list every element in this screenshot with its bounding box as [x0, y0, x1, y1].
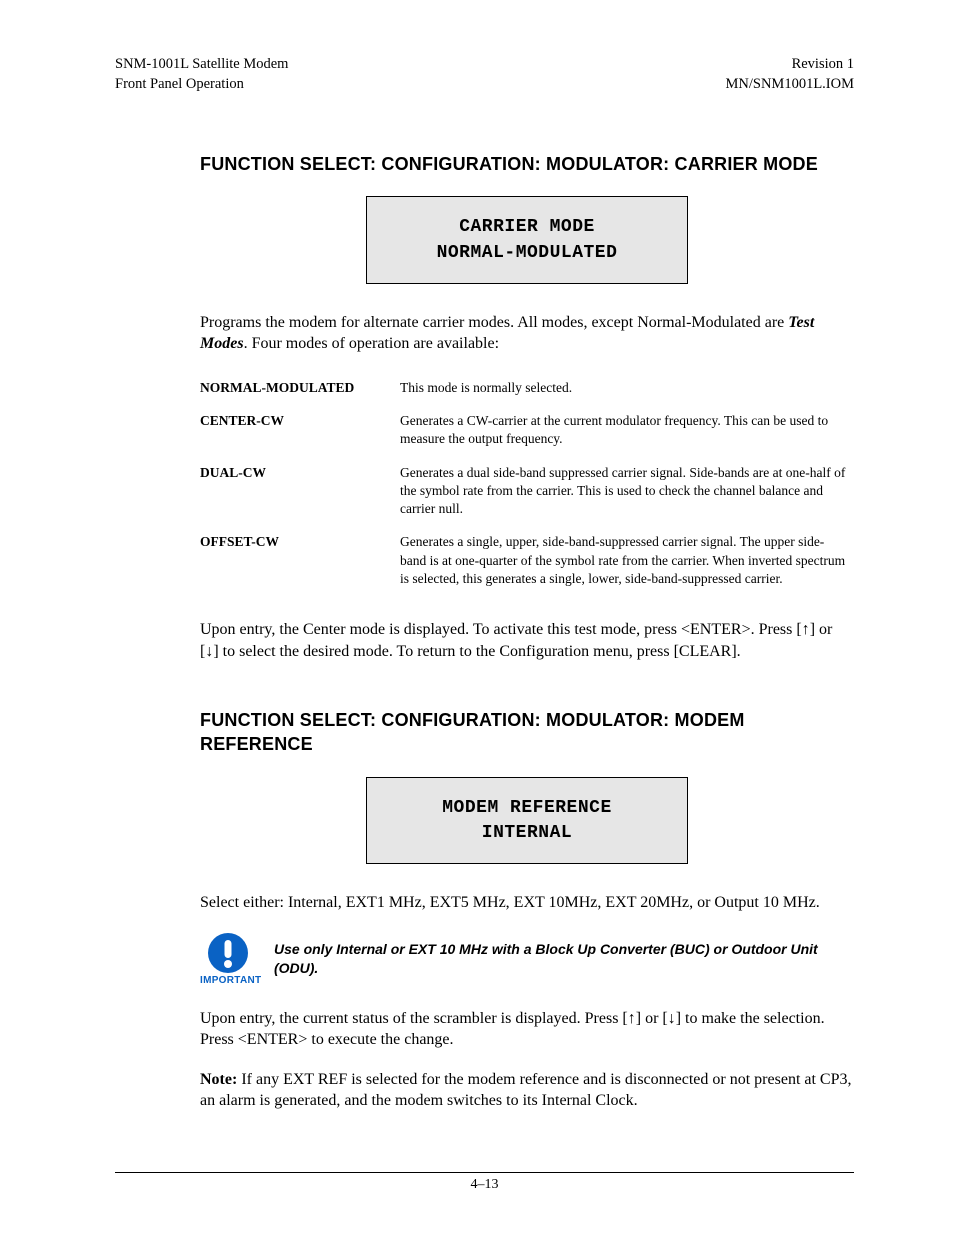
- important-label: IMPORTANT: [200, 975, 256, 986]
- section-heading-carrier-mode: FUNCTION SELECT: CONFIGURATION: MODULATO…: [200, 152, 854, 176]
- lcd-display-carrier-mode: CARRIER MODE NORMAL-MODULATED: [366, 196, 688, 283]
- page-footer: 4–13: [115, 1172, 854, 1193]
- text-span: Programs the modem for alternate carrier…: [200, 314, 788, 331]
- table-row: NORMAL-MODULATED This mode is normally s…: [200, 373, 854, 406]
- carrier-mode-intro: Programs the modem for alternate carrier…: [200, 312, 854, 355]
- carrier-modes-table: NORMAL-MODULATED This mode is normally s…: [200, 373, 854, 597]
- modem-reference-select: Select either: Internal, EXT1 MHz, EXT5 …: [200, 892, 854, 914]
- lcd-line: MODEM REFERENCE: [367, 796, 687, 821]
- lcd-display-modem-reference: MODEM REFERENCE INTERNAL: [366, 777, 688, 864]
- important-icon-container: IMPORTANT: [200, 932, 256, 986]
- page-content: FUNCTION SELECT: CONFIGURATION: MODULATO…: [115, 152, 854, 1112]
- lcd-line: CARRIER MODE: [367, 215, 687, 240]
- table-row: CENTER-CW Generates a CW-carrier at the …: [200, 406, 854, 457]
- header-revision: Revision 1: [726, 55, 855, 75]
- mode-desc: Generates a CW-carrier at the current mo…: [400, 406, 854, 457]
- page-number: 4–13: [471, 1177, 499, 1192]
- text-span: . Four modes of operation are available:: [244, 335, 499, 352]
- header-product: SNM-1001L Satellite Modem: [115, 55, 288, 75]
- mode-desc: Generates a single, upper, side-band-sup…: [400, 527, 854, 597]
- header-chapter: Front Panel Operation: [115, 75, 288, 95]
- mode-name: NORMAL-MODULATED: [200, 373, 400, 406]
- header-right: Revision 1 MN/SNM1001L.IOM: [726, 55, 855, 94]
- mode-desc: This mode is normally selected.: [400, 373, 854, 406]
- table-row: DUAL-CW Generates a dual side-band suppr…: [200, 458, 854, 528]
- important-text: Use only Internal or EXT 10 MHz with a B…: [274, 932, 854, 978]
- page-header: SNM-1001L Satellite Modem Front Panel Op…: [115, 55, 854, 94]
- mode-name: DUAL-CW: [200, 458, 400, 528]
- lcd-line: NORMAL-MODULATED: [367, 241, 687, 266]
- lcd-line: INTERNAL: [367, 821, 687, 846]
- note-label: Note:: [200, 1071, 237, 1088]
- exclamation-icon: [207, 932, 249, 974]
- note-text: If any EXT REF is selected for the modem…: [200, 1071, 852, 1110]
- section-heading-modem-reference: FUNCTION SELECT: CONFIGURATION: MODULATO…: [200, 708, 854, 757]
- table-row: OFFSET-CW Generates a single, upper, sid…: [200, 527, 854, 597]
- mode-desc: Generates a dual side-band suppressed ca…: [400, 458, 854, 528]
- header-left: SNM-1001L Satellite Modem Front Panel Op…: [115, 55, 288, 94]
- header-doc-number: MN/SNM1001L.IOM: [726, 75, 855, 95]
- mode-name: OFFSET-CW: [200, 527, 400, 597]
- important-callout: IMPORTANT Use only Internal or EXT 10 MH…: [200, 932, 854, 986]
- carrier-mode-outro: Upon entry, the Center mode is displayed…: [200, 619, 854, 662]
- mode-name: CENTER-CW: [200, 406, 400, 457]
- modem-reference-entry: Upon entry, the current status of the sc…: [200, 1008, 854, 1051]
- modem-reference-note: Note: If any EXT REF is selected for the…: [200, 1069, 854, 1112]
